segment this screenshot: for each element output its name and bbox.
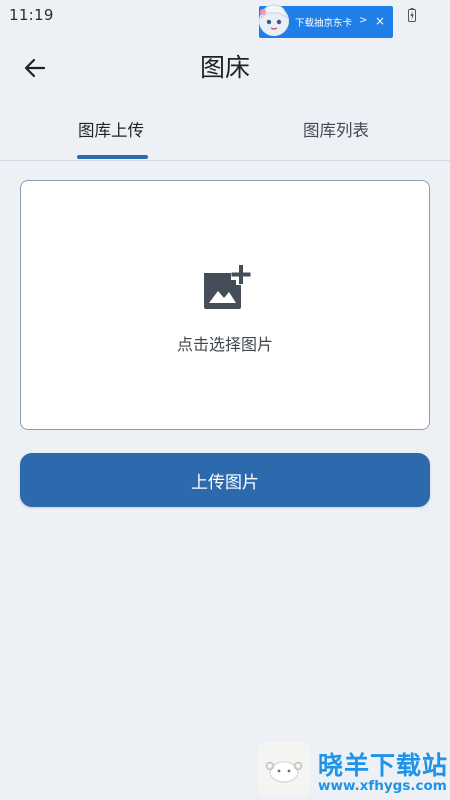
battery-icon — [408, 8, 416, 22]
watermark-brand: 晓羊下载站 — [318, 751, 449, 780]
add-photo-icon — [204, 265, 251, 309]
tab-gallery-list[interactable]: 图库列表 — [303, 117, 369, 141]
upload-hint: 点击选择图片 — [176, 335, 273, 354]
tab-gallery-upload[interactable]: 图库上传 — [78, 117, 144, 141]
close-icon[interactable]: × — [375, 14, 385, 28]
watermark-url: www.xfhygs.com — [318, 778, 447, 794]
ad-text: 下载抽京东卡 — [295, 18, 353, 29]
tab-bar: 图库上传 图库列表 — [0, 100, 450, 161]
sheep-logo-icon — [258, 742, 310, 796]
active-tab-indicator — [77, 155, 148, 159]
status-time: 11:19 — [9, 6, 54, 24]
page-title: 图床 — [199, 53, 250, 82]
status-bar: 11:19 下载抽京东卡 > × — [0, 0, 450, 38]
chevron-right-icon: > — [359, 15, 368, 26]
image-picker-area[interactable]: 点击选择图片 — [20, 180, 430, 430]
app-header: 图床 — [0, 34, 450, 100]
upload-button[interactable]: 上传图片 — [20, 453, 430, 507]
watermark: 晓羊下载站 www.xfhygs.com — [256, 740, 450, 800]
